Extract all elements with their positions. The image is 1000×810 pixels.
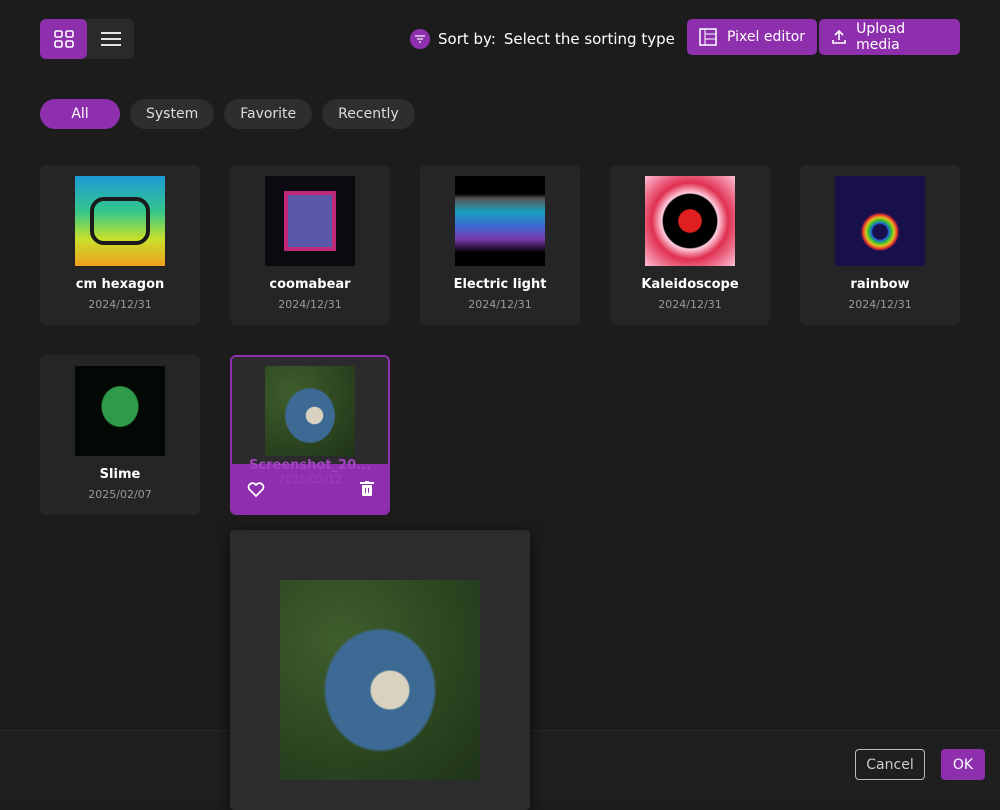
media-card[interactable]: Kaleidoscope 2024/12/31: [610, 165, 770, 325]
item-name: Kaleidoscope: [641, 277, 739, 292]
grid-view-button[interactable]: [40, 19, 87, 59]
filter-chips: All System Favorite Recently: [40, 99, 415, 129]
item-name: cm hexagon: [75, 277, 165, 292]
list-icon: [100, 32, 121, 46]
thumbnail: [455, 176, 545, 266]
item-date: 2024/12/31: [848, 298, 912, 311]
sort-dropdown[interactable]: Sort by: Select the sorting type: [410, 29, 675, 49]
item-date: 2024/12/31: [278, 298, 342, 311]
item-name: Screenshot_20...: [249, 458, 371, 473]
filter-favorite[interactable]: Favorite: [224, 99, 313, 129]
item-date: 2024/12/31: [468, 298, 532, 311]
item-date: 2024/12/31: [88, 298, 152, 311]
item-name: Slime: [99, 467, 141, 482]
item-date: 2024/12/31: [658, 298, 722, 311]
sort-label: Sort by:: [438, 30, 496, 48]
upload-icon: [832, 29, 846, 44]
thumbnail: [75, 176, 165, 266]
trash-icon[interactable]: [360, 481, 374, 497]
pixel-editor-button[interactable]: Pixel editor: [687, 19, 818, 55]
item-name: coomabear: [269, 277, 351, 292]
thumbnail: [265, 366, 355, 456]
media-card[interactable]: rainbow 2024/12/31: [800, 165, 960, 325]
preview-image: [280, 580, 480, 780]
image-preview-tooltip: [230, 530, 530, 810]
media-card[interactable]: Electric light 2024/12/31: [420, 165, 580, 325]
sort-value: Select the sorting type: [503, 30, 675, 48]
list-view-button[interactable]: [87, 19, 134, 59]
thumbnail: [645, 176, 735, 266]
thumbnail: [265, 176, 355, 266]
filter-system[interactable]: System: [130, 99, 215, 129]
media-card[interactable]: cm hexagon 2024/12/31: [40, 165, 200, 325]
heart-icon[interactable]: [247, 481, 265, 497]
cancel-button[interactable]: Cancel: [855, 749, 925, 780]
filter-recently[interactable]: Recently: [322, 99, 415, 129]
grid-icon: [53, 30, 74, 48]
thumbnail: [835, 176, 925, 266]
item-date: 2025/02/07: [88, 488, 152, 501]
item-name: rainbow: [850, 277, 910, 292]
media-card-selected[interactable]: Screenshot_20... 2025/02/12: [230, 355, 390, 515]
media-card[interactable]: Slime 2025/02/07: [40, 355, 200, 515]
view-toggle: [40, 19, 134, 59]
upload-media-label: Upload media: [856, 21, 906, 53]
media-card[interactable]: coomabear 2024/12/31: [230, 165, 390, 325]
thumbnail: [75, 366, 165, 456]
ok-button[interactable]: OK: [941, 749, 985, 780]
filter-icon: [410, 29, 430, 49]
item-name: Electric light: [453, 277, 547, 292]
pixel-grid-icon: [699, 28, 717, 46]
filter-all[interactable]: All: [40, 99, 120, 129]
pixel-editor-label: Pixel editor: [727, 29, 806, 45]
upload-media-button[interactable]: Upload media: [819, 19, 960, 55]
